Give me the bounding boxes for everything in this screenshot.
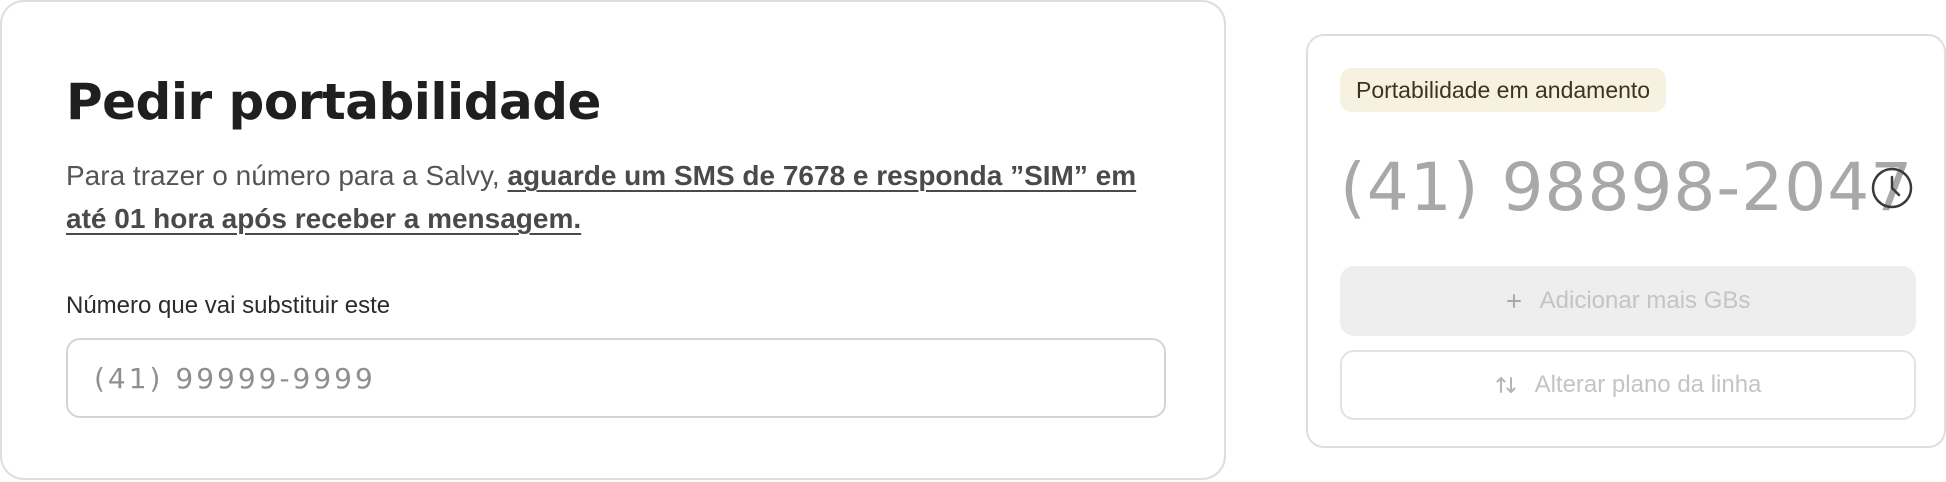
replacement-number-label: Número que vai substituir este [66,292,391,319]
page-title: Pedir portabilidade [66,73,601,131]
phone-number: (41) 98898-2047 [1340,149,1914,226]
portability-instructions: Para trazer o número para a Salvy, aguar… [66,154,1176,240]
replacement-number-input[interactable] [66,338,1166,418]
add-gb-label: Adicionar mais GBs [1539,287,1751,314]
portability-request-card: Pedir portabilidade Para trazer o número… [0,0,1226,480]
add-gb-button[interactable]: Adicionar mais GBs [1340,266,1916,336]
clock-icon [1870,166,1914,210]
line-status-card: Portabilidade em andamento (41) 98898-20… [1306,34,1946,448]
status-badge: Portabilidade em andamento [1340,68,1667,112]
plus-icon [1506,293,1522,309]
swap-arrows-icon [1495,374,1517,396]
instructions-text: Para trazer o número para a Salvy, [66,160,508,191]
change-plan-button[interactable]: Alterar plano da linha [1340,350,1916,420]
change-plan-label: Alterar plano da linha [1534,371,1762,398]
